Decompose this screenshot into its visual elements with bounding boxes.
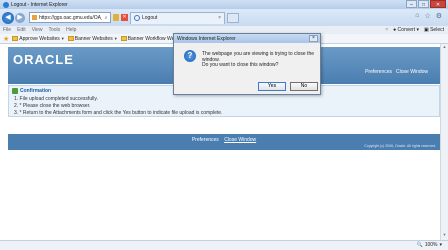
menu-help[interactable]: Help xyxy=(66,27,76,33)
dialog-close-button[interactable]: × xyxy=(309,35,318,42)
ie-logo-icon xyxy=(3,1,9,8)
favorite-label: Banner Websites xyxy=(74,35,113,42)
copyright-text: Copyright (c) 2006, Oracle. All rights r… xyxy=(364,144,436,148)
folder-icon xyxy=(12,36,19,41)
favorite-approve-websites[interactable]: Approve Websites ▼ xyxy=(12,35,65,42)
page-footer: Preferences Close Window Copyright (c) 2… xyxy=(8,134,440,150)
favorite-banner-websites[interactable]: Banner Websites ▼ xyxy=(67,35,118,42)
select-button[interactable]: ▣ Select xyxy=(424,27,444,33)
stop-icon[interactable]: ✕ xyxy=(121,14,128,21)
status-bar: 🔍 100% ▾ xyxy=(0,240,448,250)
minimize-button[interactable]: – xyxy=(406,0,417,8)
title-bar: Logout - Internet Explorer – □ ✕ xyxy=(0,0,448,9)
navigation-bar: ◀ ▶ https://ggs.oac.gmu.edu/OA_HTML ⌕ ✕ … xyxy=(0,9,448,26)
menubar-close-icon[interactable]: × xyxy=(385,27,388,33)
toolbar-icons: ⌂ ☆ ⚙ xyxy=(415,12,442,20)
dialog-title: Windows Internet Explorer xyxy=(177,35,236,42)
no-button[interactable]: No xyxy=(290,82,318,91)
vertical-scrollbar[interactable]: ▲ ▼ xyxy=(440,44,448,240)
folder-icon xyxy=(67,36,74,41)
folder-icon xyxy=(120,36,127,41)
window-controls: – □ ✕ xyxy=(406,0,446,8)
favorite-label: Approve Websites xyxy=(19,35,60,42)
zoom-level: 100% xyxy=(424,242,438,248)
oracle-logo: ORACLE xyxy=(13,52,74,67)
select-label: Select xyxy=(430,27,444,33)
zoom-icon: 🔍 xyxy=(416,242,423,248)
address-bar[interactable]: https://ggs.oac.gmu.edu/OA_HTML ⌕ xyxy=(29,12,111,23)
close-window-dialog: Windows Internet Explorer × ? The webpag… xyxy=(173,33,321,95)
site-favicon-icon xyxy=(32,15,37,20)
menu-file[interactable]: File xyxy=(3,27,11,33)
convert-label: Convert xyxy=(397,27,416,33)
tab-title: Logout xyxy=(142,15,158,21)
favorites-star-icon[interactable]: ☆ xyxy=(424,12,430,20)
menu-tools[interactable]: Tools xyxy=(48,27,60,33)
confirmation-icon xyxy=(12,88,18,94)
header-preferences-link[interactable]: Preferences xyxy=(365,69,392,75)
lock-icon[interactable] xyxy=(113,14,119,21)
maximize-button[interactable]: □ xyxy=(418,0,429,8)
convert-button[interactable]: ● Convert ▾ xyxy=(393,27,419,33)
loading-icon xyxy=(134,15,140,21)
tab-close-button[interactable]: × xyxy=(218,15,221,21)
confirmation-line: 1. File upload completed successfully. xyxy=(14,96,98,102)
dialog-question: Do you want to close this window? xyxy=(202,62,279,68)
scroll-down-icon[interactable]: ▼ xyxy=(441,232,448,240)
confirmation-title: Confirmation xyxy=(20,88,52,94)
yes-button[interactable]: Yes xyxy=(258,82,286,91)
tab-logout[interactable]: Logout × xyxy=(130,11,225,24)
address-url[interactable]: https://ggs.oac.gmu.edu/OA_HTML xyxy=(39,15,102,21)
chevron-down-icon: ▾ xyxy=(439,242,442,248)
footer-preferences-link[interactable]: Preferences xyxy=(192,137,219,143)
new-tab-button[interactable] xyxy=(227,12,239,23)
footer-close-window-link[interactable]: Close Window xyxy=(224,137,256,143)
chevron-down-icon: ▼ xyxy=(60,36,65,41)
gear-icon[interactable]: ⚙ xyxy=(436,12,442,20)
back-button[interactable]: ◀ xyxy=(2,11,14,24)
chevron-down-icon: ▼ xyxy=(113,36,118,41)
window-title: Logout - Internet Explorer xyxy=(11,1,68,8)
zoom-control[interactable]: 🔍 100% ▾ xyxy=(416,242,442,248)
forward-button[interactable]: ▶ xyxy=(15,12,25,23)
scroll-up-icon[interactable]: ▲ xyxy=(441,44,448,52)
header-close-window-link[interactable]: Close Window xyxy=(396,69,428,75)
confirmation-line: 2. * Please close the web browser. xyxy=(14,103,91,109)
confirmation-line: 3. * Return to the Attachments form and … xyxy=(14,110,223,116)
menu-view[interactable]: View xyxy=(32,27,43,33)
menu-edit[interactable]: Edit xyxy=(17,27,26,33)
question-icon: ? xyxy=(184,50,196,62)
close-window-button[interactable]: ✕ xyxy=(430,0,446,8)
search-icon[interactable]: ⌕ xyxy=(102,15,110,21)
home-icon[interactable]: ⌂ xyxy=(415,12,419,20)
favorites-icon[interactable]: ★ xyxy=(3,35,9,43)
footer-links: Preferences Close Window xyxy=(8,137,440,143)
menubar-tools: × ● Convert ▾ ▣ Select xyxy=(385,26,444,34)
dialog-title-bar: Windows Internet Explorer × xyxy=(174,34,320,43)
header-links: Preferences Close Window xyxy=(365,69,428,75)
